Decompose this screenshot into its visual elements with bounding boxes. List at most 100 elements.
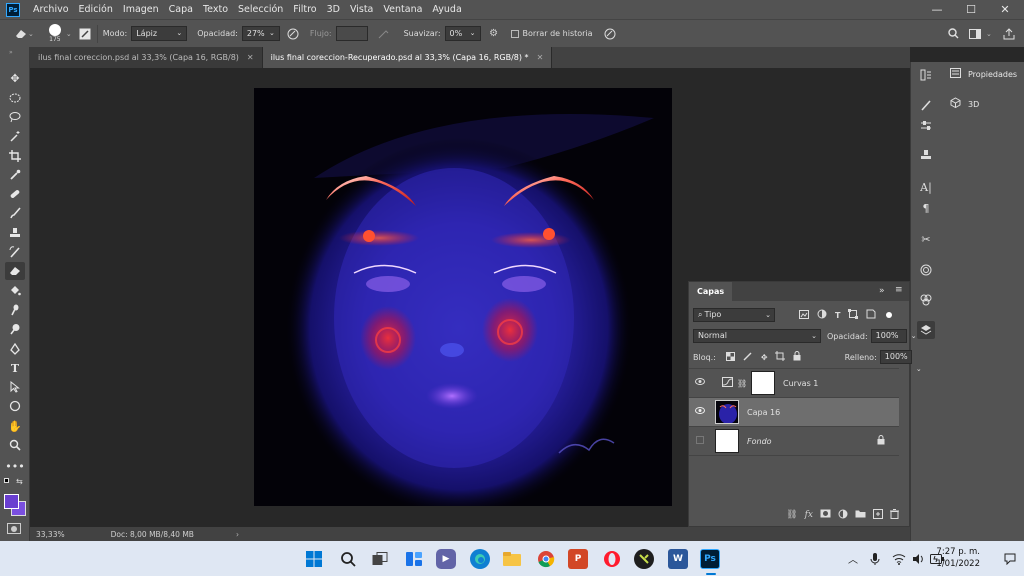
crop-tool-icon[interactable] [5, 147, 25, 165]
filter-type-icon[interactable]: T [835, 311, 840, 320]
smoothing-settings-gear-icon[interactable]: ⚙ [487, 27, 501, 41]
app-circle-icon[interactable] [634, 549, 654, 569]
history-brush-tool-icon[interactable] [5, 243, 25, 261]
widgets-icon[interactable] [404, 549, 424, 569]
erase-history-checkbox[interactable] [510, 29, 519, 38]
filter-pixel-icon[interactable] [799, 309, 809, 321]
visibility-eye-icon[interactable] [689, 378, 711, 388]
dodge-tool-icon[interactable] [5, 320, 25, 338]
link-chain-icon[interactable]: ⛓ [737, 379, 747, 388]
artwork-canvas[interactable] [254, 88, 672, 506]
path-selection-tool-icon[interactable] [5, 378, 25, 396]
share-icon[interactable] [1002, 27, 1016, 41]
menu-ayuda[interactable]: Ayuda [427, 0, 466, 19]
move-tool-icon[interactable]: ✥ [5, 69, 25, 87]
tool-presets-panel-icon[interactable]: ✂ [917, 230, 935, 248]
close-button[interactable]: ✕ [988, 0, 1022, 19]
eraser-tool-icon[interactable] [14, 27, 28, 41]
quick-mask-icon[interactable] [7, 523, 21, 534]
brush-tool-icon[interactable] [5, 204, 25, 222]
more-tools-icon[interactable]: ••• [5, 457, 25, 475]
tab-document-2[interactable]: ilus final coreccion-Recuperado.psd al 3… [262, 47, 553, 68]
layers-panel-icon[interactable] [917, 321, 935, 339]
fill-input[interactable]: 100% ⌄ [879, 350, 922, 373]
history-panel-icon[interactable] [917, 66, 935, 84]
opacity-input[interactable]: 27% ⌄ [241, 26, 280, 41]
brush-settings-icon[interactable] [78, 27, 92, 41]
adjustments-panel-icon[interactable] [917, 117, 935, 135]
smudge-tool-icon[interactable] [5, 301, 25, 319]
search-icon[interactable] [338, 549, 358, 569]
layer-name[interactable]: Fondo [747, 437, 772, 446]
zoom-level[interactable]: 33,33% [36, 530, 65, 539]
edge-browser-icon[interactable] [470, 549, 490, 569]
magic-wand-tool-icon[interactable] [5, 127, 25, 145]
lock-position-icon[interactable]: ✥ [761, 353, 768, 362]
tab-layers[interactable]: Capas [689, 282, 733, 301]
channels-panel-icon[interactable] [917, 291, 935, 309]
status-menu-chevron-icon[interactable]: › [236, 530, 239, 539]
blend-mode-select[interactable]: Normal ⌄ [693, 329, 821, 343]
hand-tool-icon[interactable]: ✋ [5, 417, 25, 435]
layer-row-curvas-1[interactable]: ⛓ Curvas 1 [689, 369, 899, 398]
photoshop-taskbar-icon[interactable]: Ps [700, 549, 720, 569]
task-view-icon[interactable] [370, 549, 390, 569]
lock-image-pixels-icon[interactable] [743, 351, 753, 363]
layer-style-fx-icon[interactable]: fx [805, 510, 813, 520]
add-mask-icon[interactable] [820, 509, 831, 521]
microphone-icon[interactable] [870, 541, 880, 576]
delete-layer-trash-icon[interactable] [890, 508, 899, 522]
layer-mask-thumbnail[interactable] [751, 371, 775, 395]
powerpoint-icon[interactable]: P [568, 549, 588, 569]
brush-size-picker[interactable]: 175 [44, 24, 66, 43]
file-explorer-icon[interactable] [502, 549, 522, 569]
word-icon[interactable]: W [668, 549, 688, 569]
pen-tool-icon[interactable] [5, 340, 25, 358]
notifications-icon[interactable] [1004, 541, 1016, 576]
filter-adjustment-icon[interactable] [817, 309, 827, 321]
mode-select[interactable]: Lápiz ⌄ [131, 26, 188, 41]
foreground-color-swatch[interactable] [4, 494, 19, 509]
layer-name[interactable]: Curvas 1 [783, 379, 818, 388]
healing-brush-tool-icon[interactable] [5, 185, 25, 203]
close-tab-icon[interactable]: ✕ [537, 53, 544, 62]
layer-thumbnail[interactable] [715, 429, 739, 453]
menu-vista[interactable]: Vista [345, 0, 378, 19]
lasso-tool-icon[interactable] [5, 108, 25, 126]
menu-seleccion[interactable]: Selección [233, 0, 288, 19]
system-clock[interactable]: 7:27 p. m. 1/01/2022 [936, 546, 980, 570]
character-panel-icon[interactable]: A| [917, 178, 935, 196]
layer-name[interactable]: Capa 16 [747, 408, 780, 417]
layer-row-fondo[interactable]: Fondo [689, 427, 899, 456]
brush-settings-panel-icon[interactable] [917, 96, 935, 114]
teams-chat-icon[interactable]: ▶ [436, 549, 456, 569]
type-tool-icon[interactable]: T [5, 359, 25, 377]
new-layer-icon[interactable] [873, 508, 883, 522]
maximize-button[interactable]: ☐ [954, 0, 988, 19]
new-group-folder-icon[interactable] [855, 509, 866, 521]
opera-browser-icon[interactable] [602, 549, 622, 569]
menu-filtro[interactable]: Filtro [288, 0, 321, 19]
menu-ventana[interactable]: Ventana [378, 0, 427, 19]
lock-transparent-pixels-icon[interactable] [725, 351, 735, 363]
close-tab-icon[interactable]: ✕ [247, 53, 254, 62]
3d-tab[interactable]: 3D [948, 96, 979, 112]
properties-tab[interactable]: Propiedades [948, 66, 1017, 82]
menu-archivo[interactable]: Archivo [28, 0, 74, 19]
libraries-panel-icon[interactable] [917, 261, 935, 279]
filter-shape-icon[interactable] [848, 309, 859, 321]
collapse-toolbar-icon[interactable]: » [9, 49, 13, 56]
tool-preset-chevron-icon[interactable]: ⌄ [28, 30, 34, 38]
brush-chevron-icon[interactable]: ⌄ [66, 30, 72, 38]
clone-source-panel-icon[interactable] [917, 146, 935, 164]
collapse-panel-icon[interactable]: » [879, 286, 885, 296]
chrome-browser-icon[interactable] [536, 549, 556, 569]
minimize-button[interactable]: — [920, 0, 954, 19]
layer-row-capa-16[interactable]: Capa 16 [689, 398, 899, 427]
panel-menu-icon[interactable]: ≡ [895, 285, 903, 295]
marquee-tool-icon[interactable] [5, 89, 25, 107]
default-colors-icon[interactable] [4, 478, 9, 483]
visibility-eye-icon[interactable] [689, 407, 711, 417]
menu-edicion[interactable]: Edición [74, 0, 118, 19]
swap-colors-icon[interactable]: ⇆ [16, 477, 23, 486]
